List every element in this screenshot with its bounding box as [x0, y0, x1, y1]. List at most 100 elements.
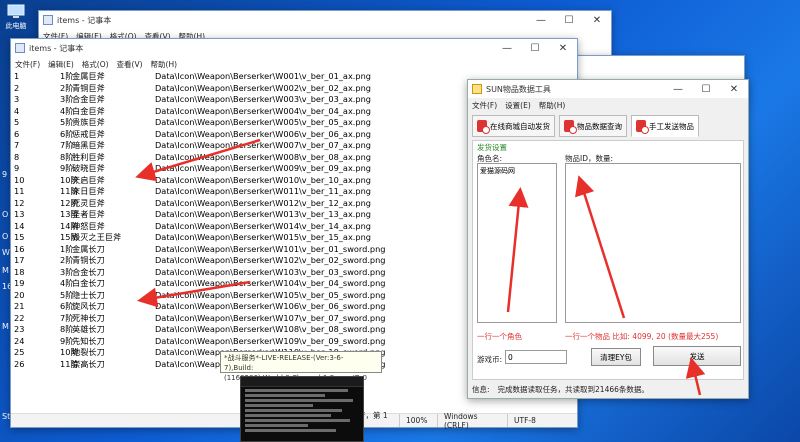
sun-tabs: 在线商城自动发货 物品数据查询 手工发送物品 [468, 112, 748, 142]
tab-online-shop[interactable]: 在线商城自动发货 [472, 115, 555, 137]
desktop-label-6: M [2, 322, 9, 331]
clear-ey-button[interactable]: 清理EY包 [591, 348, 641, 366]
manual-send-panel: 发货设置 角色名: 爱猫源码网 物品ID，数量: 一行一个角色 一行一个物品 比… [472, 140, 744, 380]
item-name: 死灵巨斧 [72, 197, 105, 208]
item-icon-path: Data\Icon\Weapon\Berserker\W009\v_ber_09… [155, 163, 371, 173]
item-icon-path: Data\Icon\Weapon\Berserker\W004\v_ber_04… [155, 105, 371, 116]
item-name: 先知长刀 [72, 335, 105, 346]
server-tooltip: *战斗服务*-LIVE-RELEASE-(Ver:3-6- 7),Build:(… [220, 351, 382, 382]
line-number: 18 [14, 266, 25, 277]
menu-view[interactable]: 查看(V) [117, 59, 143, 70]
line-number: 14 [14, 220, 25, 231]
notepad-icon [43, 15, 53, 25]
line-number: 17 [14, 255, 25, 265]
tab-label: 在线商城自动发货 [490, 121, 550, 131]
console-line [245, 419, 350, 422]
role-textarea[interactable]: 爱猫源码网 [477, 163, 557, 323]
item-icon-path: Data\Icon\Weapon\Berserker\W011\v_ber_11… [155, 186, 371, 196]
tab-label: 物品数据查询 [577, 121, 622, 131]
menu-edit[interactable]: 编辑(E) [48, 59, 74, 70]
maximize-button[interactable]: ☐ [692, 80, 720, 98]
console-titlebar[interactable] [241, 377, 363, 387]
close-button[interactable]: ✕ [720, 80, 748, 98]
item-textarea[interactable] [565, 163, 741, 323]
role-hint: 一行一个角色 [477, 332, 522, 341]
item-name: 合金巨斧 [72, 94, 105, 104]
close-button[interactable]: ✕ [549, 39, 577, 57]
minimize-button[interactable]: — [493, 39, 521, 57]
tab-label: 手工发送物品 [649, 121, 694, 131]
close-button[interactable]: ✕ [583, 11, 611, 29]
notepad-titlebar[interactable]: items - 记事本 — ☐ ✕ [11, 39, 577, 57]
item-name: 合金长刀 [72, 266, 105, 277]
notepad-back-title: items - 记事本 [57, 15, 112, 25]
item-icon-path: Data\Icon\Weapon\Berserker\W010\v_ber_10… [155, 174, 371, 185]
menu-file[interactable]: 文件(F) [472, 100, 497, 111]
item-name: 暗黑巨斧 [72, 140, 105, 150]
item-name: 惩戒巨斧 [72, 128, 105, 139]
line-number: 4 [14, 105, 20, 116]
section-title: 发货设置 [477, 143, 507, 152]
menu-settings[interactable]: 设置(E) [505, 100, 531, 111]
item-name: 白金巨斧 [72, 105, 105, 116]
maximize-button[interactable]: ☐ [555, 11, 583, 29]
console-line [245, 424, 308, 427]
line-number: 11 [14, 186, 25, 196]
menu-help[interactable]: 帮助(H) [539, 100, 566, 111]
item-name: 旋风长刀 [72, 301, 105, 311]
item-name: 贵族巨斧 [72, 117, 105, 127]
item-name: 金属巨斧 [72, 71, 105, 81]
line-number: 21 [14, 301, 25, 311]
item-icon-path: Data\Icon\Weapon\Berserker\W001\v_ber_01… [155, 71, 371, 81]
sun-menubar: 文件(F) 设置(E) 帮助(H) [468, 98, 748, 112]
menu-format[interactable]: 格式(O) [82, 59, 109, 70]
line-number: 12 [14, 197, 25, 208]
database-icon [564, 120, 577, 134]
notepad-title: items - 记事本 [29, 43, 84, 53]
console-line [245, 429, 337, 432]
this-pc-desktop-icon[interactable]: 此电脑 [2, 4, 30, 31]
sun-titlebar[interactable]: SUN物品数据工具 — ☐ ✕ [468, 80, 748, 98]
tab-item-query[interactable]: 物品数据查询 [559, 115, 627, 137]
tab-manual-send[interactable]: 手工发送物品 [631, 115, 699, 137]
notepad-icon [15, 43, 25, 53]
notepad-back-titlebar[interactable]: items - 记事本 — ☐ ✕ [39, 11, 611, 29]
item-icon-path: Data\Icon\Weapon\Berserker\W014\v_ber_14… [155, 220, 371, 231]
menu-file[interactable]: 文件(F) [15, 59, 40, 70]
item-name: 隐士长刀 [72, 289, 105, 300]
line-number: 8 [14, 151, 20, 162]
status-line-ending: Windows (CRLF) [437, 412, 507, 430]
status-text: 完成数据读取任务，共读取到21466条数据。 [497, 384, 649, 394]
sun-item-tool-window[interactable]: SUN物品数据工具 — ☐ ✕ 文件(F) 设置(E) 帮助(H) 在线商城自动… [467, 79, 749, 399]
line-number: 24 [14, 335, 25, 346]
line-number: 25 [14, 347, 25, 357]
item-name: 白金长刀 [72, 278, 105, 288]
console-line [245, 389, 348, 392]
item-name: 地裂长刀 [72, 347, 105, 357]
line-number: 19 [14, 278, 25, 288]
item-icon-path: Data\Icon\Weapon\Berserker\W102\v_ber_02… [155, 255, 386, 265]
desktop-label-0: 9 [2, 170, 8, 179]
sun-statusbar: 信息: 完成数据读取任务，共读取到21466条数据。 [472, 382, 744, 396]
item-icon-path: Data\Icon\Weapon\Berserker\W013\v_ber_13… [155, 209, 371, 219]
item-icon-path: Data\Icon\Weapon\Berserker\W007\v_ber_07… [155, 140, 371, 150]
send-button[interactable]: 发送 [653, 346, 741, 366]
tooltip-line-1: *战斗服务*-LIVE-RELEASE-(Ver:3-6- [224, 354, 344, 362]
coin-input[interactable]: 0 [505, 350, 567, 364]
item-name: 圣者巨斧 [72, 209, 105, 219]
minimize-button[interactable]: — [664, 80, 692, 98]
console-window[interactable] [240, 376, 364, 442]
item-icon-path: Data\Icon\Weapon\Berserker\W003\v_ber_03… [155, 94, 371, 104]
database-icon [477, 120, 490, 134]
item-icon-path: Data\Icon\Weapon\Berserker\W106\v_ber_06… [155, 301, 386, 311]
maximize-button[interactable]: ☐ [521, 39, 549, 57]
item-name: 青铜长刀 [72, 255, 105, 265]
line-number: 16 [14, 243, 25, 254]
minimize-button[interactable]: — [527, 11, 555, 29]
menu-help[interactable]: 帮助(H) [151, 59, 178, 70]
line-number: 13 [14, 209, 25, 219]
notepad-menubar: 文件(F) 编辑(E) 格式(O) 查看(V) 帮助(H) [11, 57, 577, 71]
line-number: 22 [14, 312, 25, 323]
sun-title: SUN物品数据工具 [486, 84, 551, 94]
item-name: 金属长刀 [72, 243, 105, 254]
